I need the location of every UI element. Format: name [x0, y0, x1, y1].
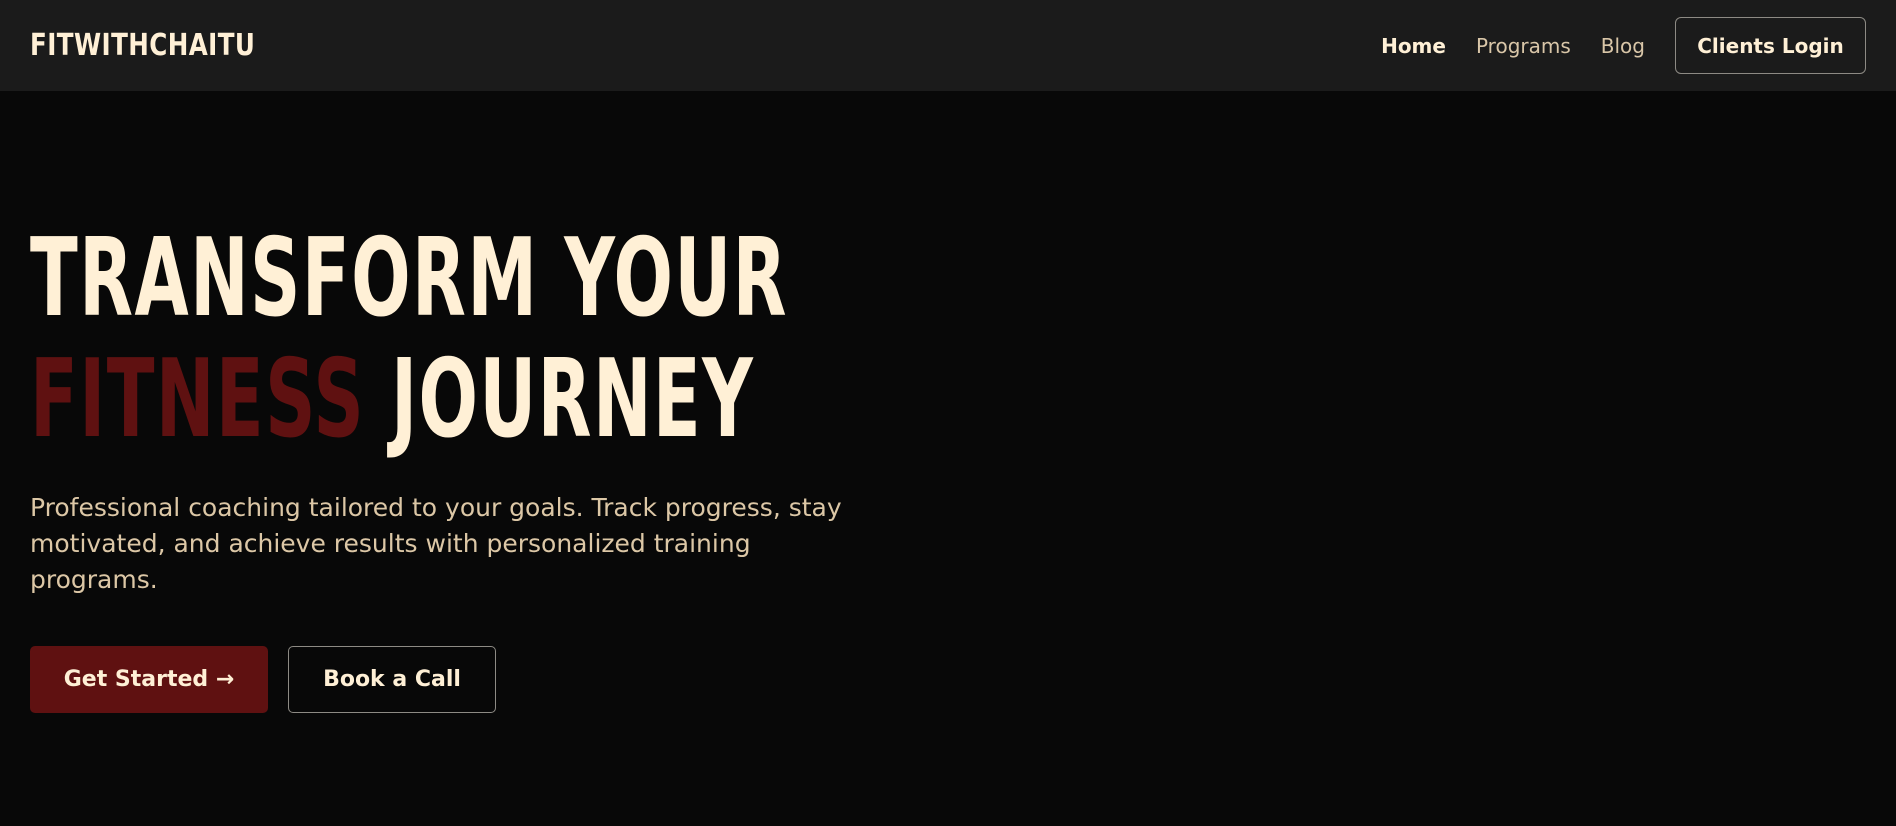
hero-section: TRANSFORM YOUR FITNESS JOURNEY: [30, 218, 1083, 460]
headline-line-1: TRANSFORM YOUR: [30, 216, 788, 341]
brand-logo[interactable]: FITWITHCHAITU: [30, 28, 255, 63]
get-started-button[interactable]: Get Started →: [30, 646, 268, 713]
clients-login-button[interactable]: Clients Login: [1675, 17, 1866, 74]
hero-subtext: Professional coaching tailored to your g…: [30, 493, 842, 594]
nav-link-home[interactable]: Home: [1381, 34, 1446, 58]
top-navbar: FITWITHCHAITU Home Programs Blog Clients…: [0, 0, 1896, 91]
hero-cta-row: Get Started → Book a Call: [30, 646, 496, 713]
hero-headline: TRANSFORM YOUR FITNESS JOURNEY: [30, 218, 788, 460]
nav-link-programs[interactable]: Programs: [1476, 34, 1571, 58]
headline-accent-word: FITNESS: [30, 337, 366, 462]
book-a-call-button[interactable]: Book a Call: [288, 646, 496, 713]
main-nav: Home Programs Blog Clients Login: [1381, 17, 1866, 74]
headline-line-2: JOURNEY: [391, 337, 755, 462]
nav-link-blog[interactable]: Blog: [1601, 34, 1645, 58]
